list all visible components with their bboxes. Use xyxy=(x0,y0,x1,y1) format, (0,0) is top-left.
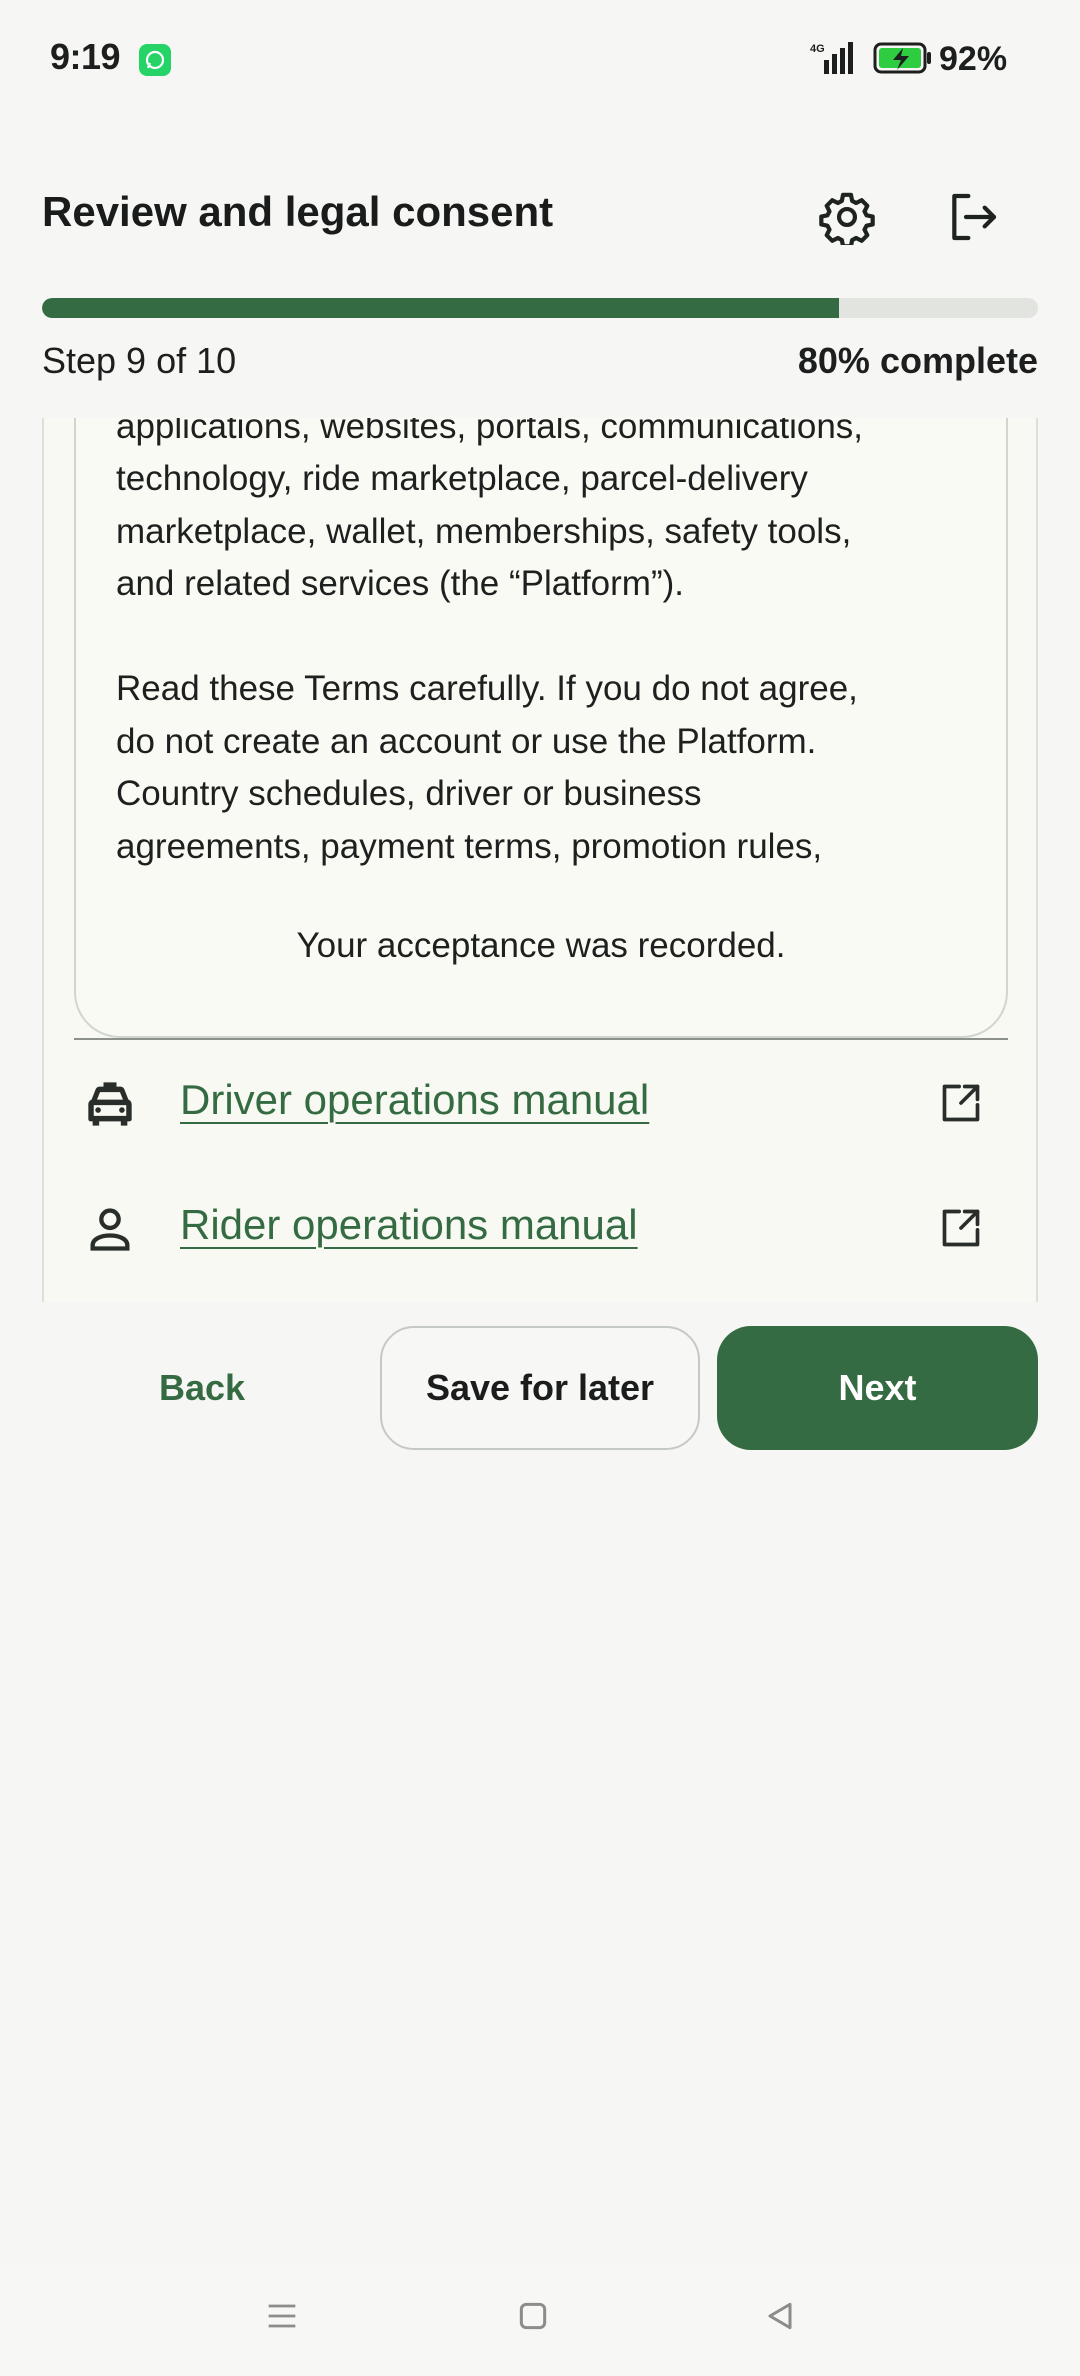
open-external-icon[interactable] xyxy=(936,1078,986,1128)
person-icon xyxy=(82,1201,138,1257)
terms-line: do not create an account or use the Plat… xyxy=(116,721,817,761)
next-button[interactable]: Next xyxy=(717,1326,1038,1450)
content-scroll-area[interactable]: g y applications, websites, portals, com… xyxy=(42,418,1038,1302)
terms-line: agreements, payment terms, promotion rul… xyxy=(116,826,823,866)
battery-percent: 92% xyxy=(939,40,1008,78)
rider-manual-row[interactable]: Rider operations manual xyxy=(74,1173,1008,1283)
terms-line: Country schedules, driver or business xyxy=(116,774,702,813)
nav-back-button[interactable] xyxy=(760,2296,800,2341)
menu-icon xyxy=(268,2304,296,2328)
percent-complete-label: 80% complete xyxy=(797,340,1038,381)
back-triangle-icon xyxy=(768,2302,792,2330)
status-time: 9:19 xyxy=(50,36,121,77)
settings-button[interactable] xyxy=(812,182,882,252)
terms-text: g y applications, websites, portals, com… xyxy=(116,418,976,873)
logout-icon xyxy=(952,193,997,241)
app-header: Review and legal consent xyxy=(0,160,1080,270)
terms-line: Read these Terms carefully. If you do no… xyxy=(116,669,858,708)
divider xyxy=(74,1038,1008,1040)
battery-charging-icon xyxy=(873,42,933,79)
home-button[interactable] xyxy=(513,2296,553,2341)
rider-manual-link[interactable]: Rider operations manual xyxy=(180,1201,638,1249)
back-button[interactable]: Back xyxy=(42,1326,362,1450)
terms-line: marketplace, wallet, memberships, safety… xyxy=(116,511,852,551)
page-title: Review and legal consent xyxy=(42,188,554,235)
logout-button[interactable] xyxy=(938,182,1008,252)
signal-icon: 4G xyxy=(806,40,862,81)
home-square-icon xyxy=(519,2302,547,2330)
whatsapp-icon xyxy=(139,44,171,76)
network-label: 4G xyxy=(810,43,825,55)
status-bar: 9:19 4G 92% xyxy=(0,0,1080,120)
progress-bar xyxy=(42,298,1038,318)
driver-manual-link[interactable]: Driver operations manual xyxy=(180,1076,649,1124)
terms-line: technology, ride marketplace, parcel-del… xyxy=(116,459,808,498)
open-external-icon[interactable] xyxy=(936,1203,986,1253)
taxi-icon xyxy=(82,1076,138,1132)
driver-manual-row[interactable]: Driver operations manual xyxy=(74,1048,1008,1158)
acceptance-note: Your acceptance was recorded. xyxy=(296,926,786,965)
terms-card[interactable]: g y applications, websites, portals, com… xyxy=(74,418,1008,1038)
gear-icon xyxy=(819,192,875,245)
recent-apps-button[interactable] xyxy=(262,2296,302,2341)
system-nav-bar xyxy=(0,2266,1080,2376)
save-for-later-button[interactable]: Save for later xyxy=(380,1326,700,1450)
terms-line: and related services (the “Platform”). xyxy=(116,564,684,603)
progress-fill xyxy=(42,298,839,318)
terms-line: applications, websites, portals, communi… xyxy=(116,418,864,446)
step-label: Step 9 of 10 xyxy=(42,340,237,381)
